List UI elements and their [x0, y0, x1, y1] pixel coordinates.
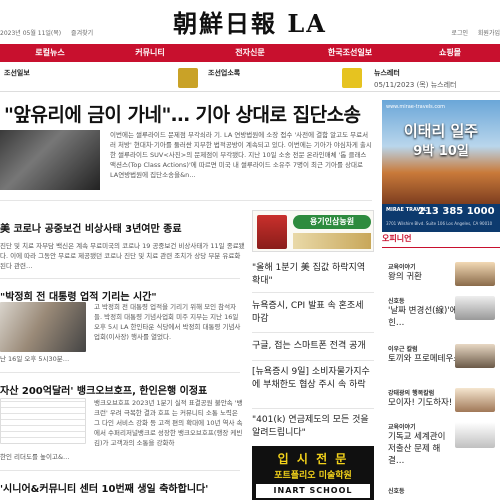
signup-link[interactable]: 회원가입: [478, 30, 500, 37]
travel-ad-address: 3701 Wilshire Blvd. Suite 106 Los Angele…: [386, 221, 493, 226]
nav-local-news[interactable]: 로컬뉴스: [0, 44, 100, 62]
story-summary: 뱅크오브호프 2023년 1분기 실적 표결공원 불안속 '뱅크런' 우려 극복…: [94, 399, 243, 447]
art-ad-school: INART SCHOOL: [256, 484, 370, 498]
newsletter-icon: [342, 68, 362, 88]
mid-news-item[interactable]: 구글, 접는 스마트폰 전격 공개: [252, 340, 374, 353]
story-item[interactable]: 美 코로나 공중보건 비상사태 3년여만 종료 진단 및 치료 자부담 백신은 …: [0, 220, 245, 271]
art-ad-subtitle: 포트폴리오 미술학원: [274, 471, 352, 481]
travel-ad-days: 9박 10일: [413, 144, 469, 159]
opinion-header[interactable]: 오피니언: [382, 233, 500, 248]
mid-news-item[interactable]: "올해 1분기 美 집값 하락지역 확대": [252, 262, 374, 288]
travel-ad[interactable]: www.mirae-travels.com 이태리 일주 9박 10일 MIRA…: [382, 100, 500, 232]
columnist-photo: [455, 344, 495, 368]
lead-photo[interactable]: [0, 130, 100, 190]
divider: [0, 470, 240, 471]
ginseng-product-image: [257, 215, 287, 249]
story-photo[interactable]: [0, 302, 86, 352]
divider: [0, 278, 240, 279]
story-summary: 고 박정희 전 대통령 업적을 기리기 위해 모인 참석자들. 박정희 대통령 …: [94, 303, 241, 341]
story-title[interactable]: "박정희 전 대통령 업적 기리는 시간": [0, 288, 245, 303]
nav-community[interactable]: 커뮤니티: [100, 44, 200, 62]
ginseng-banner: [293, 233, 371, 249]
divider: [0, 372, 240, 373]
mid-news-item[interactable]: 뉴욕증시, CPI 발표 속 혼조세 마감: [252, 300, 374, 326]
nav-e-newspaper[interactable]: 전자신문: [200, 44, 300, 62]
financial-table-image[interactable]: [0, 398, 86, 444]
nav-shopping-mall[interactable]: 쇼핑몰: [400, 44, 500, 62]
directory-icon: [178, 68, 198, 88]
strip-chosun-ilbo[interactable]: 조선일보: [4, 68, 30, 78]
divider: [252, 292, 374, 293]
ginseng-ad[interactable]: 용기인삼농원: [252, 210, 374, 252]
opinion-tag: 교육이야기: [388, 264, 416, 271]
main-nav: 로컬뉴스 커뮤니티 전자신문 한국조선일보 쇼핑몰: [0, 44, 500, 62]
divider: [252, 360, 374, 361]
story-caption: 한인 리더도를 높이고&…: [0, 453, 70, 461]
opinion-tag: 교육이야기: [388, 424, 416, 431]
lead-summary[interactable]: 이번에는 썰루라이드 문제점 부각쇠라 기. LA 연방법원에 소장 접수 '사…: [110, 130, 372, 182]
travel-ad-site: www.mirae-travels.com: [386, 104, 446, 110]
divider: [252, 332, 374, 333]
columnist-photo: [455, 262, 495, 286]
story-item[interactable]: 자산 200억달러' 뱅크오브호프, 한인은행 이정표: [0, 382, 245, 397]
story-summary: 진단 및 치료 자부담 백신은 계속 무료미국의 코로나 19 공중보건 비상사…: [0, 242, 245, 270]
nav-korea-chosun[interactable]: 한국조선일보: [300, 44, 400, 62]
opinion-item[interactable]: 신호등: [388, 486, 448, 495]
ginseng-ad-label: 용기인삼농원: [293, 215, 371, 229]
newsletter-date[interactable]: 05/11/2023 (목) 뉴스레터: [374, 80, 456, 90]
opinion-title[interactable]: 왕의 귀환: [388, 271, 448, 283]
divider: [252, 408, 374, 409]
strip-directory[interactable]: 조선업소록: [208, 68, 240, 78]
columnist-photo: [455, 296, 495, 320]
account-links: 로그인 회원가입: [443, 28, 500, 37]
story-item[interactable]: "박정희 전 대통령 업적 기리는 시간": [0, 288, 245, 303]
story-title[interactable]: '시니어&커뮤니티 센터 10번째 생일 축하합니다': [0, 480, 245, 495]
opinion-item[interactable]: 교육이야기 기독교 세계관이 저출산 문제 해결…: [388, 422, 454, 467]
travel-ad-footer: MIRAE TRAVEL 213 385 1000 3701 Wilshire …: [382, 204, 500, 232]
opinion-tag: 신호등: [388, 488, 405, 495]
story-title[interactable]: 자산 200억달러' 뱅크오브호프, 한인은행 이정표: [0, 382, 245, 397]
columnist-photo: [455, 388, 495, 412]
story-title[interactable]: 美 코로나 공중보건 비상사태 3년여만 종료: [0, 220, 245, 235]
masthead-logo[interactable]: 朝鮮日報 LA: [0, 4, 500, 39]
lead-headline[interactable]: "앞유리에 금이 가네"… 기아 상대로 집단소송: [4, 100, 361, 127]
strip-newsletter[interactable]: 뉴스레터: [374, 68, 400, 78]
columnist-photo: [455, 422, 495, 448]
opinion-item[interactable]: 교육이야기 왕의 귀환: [388, 262, 448, 283]
service-strip: 조선일보 조선업소록 뉴스레터 05/11/2023 (목) 뉴스레터: [0, 64, 500, 92]
mid-news-item[interactable]: [뉴욕증시 9일] 소비자물가지수에 부채한도 협상 주시 속 하락: [252, 366, 374, 392]
travel-ad-title: 이태리 일주: [403, 122, 479, 140]
art-school-ad[interactable]: 입 시 전 문 포트폴리오 미술학원 INART SCHOOL: [252, 446, 374, 500]
travel-ad-phone: 213 385 1000: [418, 206, 495, 217]
login-link[interactable]: 로그인: [451, 30, 468, 37]
story-item[interactable]: '시니어&커뮤니티 센터 10번째 생일 축하합니다': [0, 480, 245, 495]
mid-news-item[interactable]: "401(k) 연금제도의 모든 것을 알려드립니다": [252, 414, 374, 440]
art-ad-title: 입 시 전 문: [277, 452, 349, 466]
opinion-title[interactable]: 기독교 세계관이 저출산 문제 해결…: [388, 431, 454, 467]
story-caption: 난 16일 오후 5시30분…: [0, 355, 70, 363]
divider: [0, 200, 372, 201]
